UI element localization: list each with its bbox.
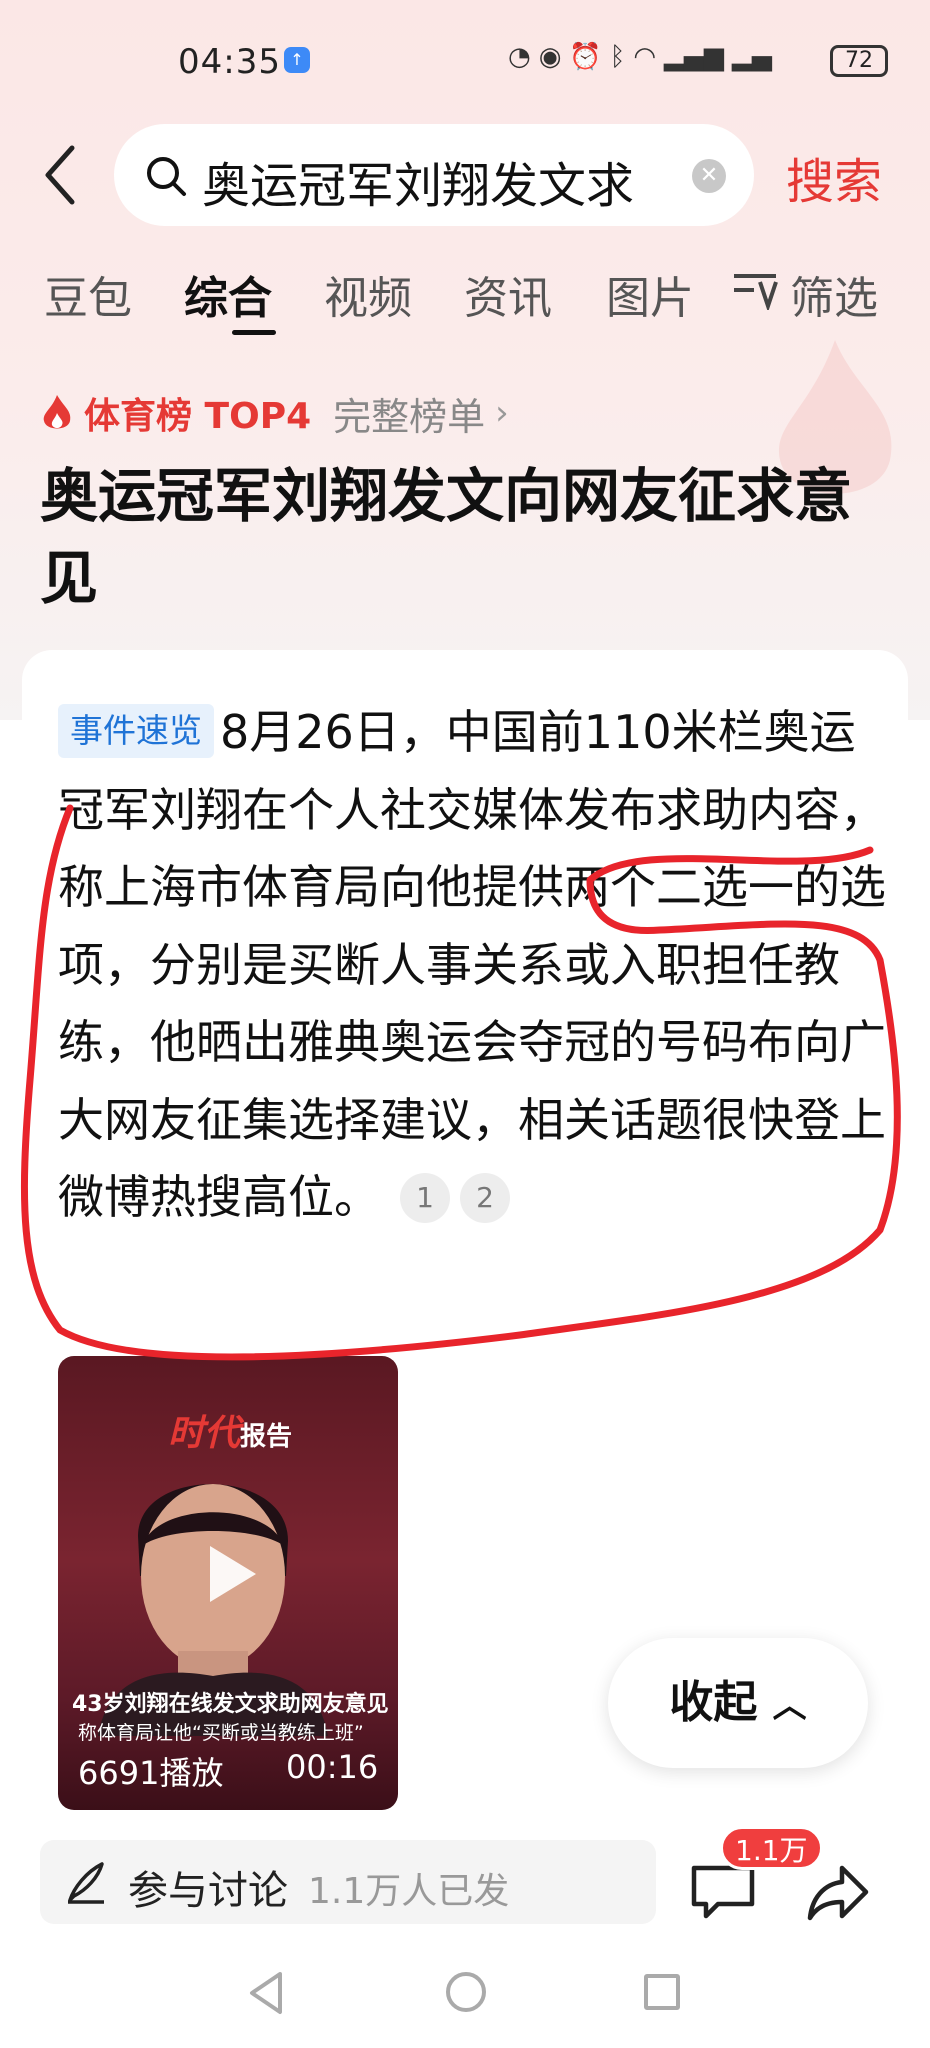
discuss-count: 1.1万人已发 — [308, 1871, 510, 1912]
bluetooth-icon: ᛒ — [609, 42, 626, 72]
clear-icon[interactable]: ✕ — [692, 159, 726, 193]
event-summary: 事件速览 8月26日，中国前110米栏奥运冠军刘翔在个人社交媒体发布求助内容，称上… — [58, 694, 894, 1237]
citation-2[interactable]: 2 — [460, 1173, 510, 1223]
status-icons: ◔ ◉ ⏰ ᛒ ◠ ▂▄▆ ▂▄ — [508, 42, 772, 72]
search-query: 奥运冠军刘翔发文求 — [202, 158, 635, 214]
discuss-input[interactable]: 参与讨论 1.1万人已发 — [40, 1840, 656, 1924]
speed-icon: ◔ — [508, 42, 531, 72]
tab-bar: 豆包 综合 视频 资讯 图片 筛选 — [40, 262, 910, 342]
tab-comprehensive[interactable]: 综合 — [184, 262, 272, 326]
chevron-up-icon: ︿ — [772, 1686, 807, 1726]
chevron-right-icon: › — [495, 393, 509, 433]
search-input[interactable]: 奥运冠军刘翔发文求 ✕ — [114, 124, 754, 226]
video-caption-line1: 43岁刘翔在线发文求助网友意见 — [72, 1692, 389, 1717]
filter-icon[interactable] — [732, 270, 778, 310]
event-tag: 事件速览 — [58, 704, 214, 758]
rank-label: 体育榜 TOP4 — [84, 396, 312, 437]
full-list-link[interactable]: 完整榜单 — [333, 386, 485, 441]
video-duration: 00:16 — [286, 1748, 379, 1786]
eye-icon: ◉ — [538, 42, 562, 72]
status-time: 04:35 — [178, 42, 281, 82]
video-play-count: 6691播放 — [78, 1754, 224, 1792]
status-bar: 04:35 ↑ ◔ ◉ ⏰ ᛒ ◠ ▂▄▆ ▂▄ 72 — [0, 30, 930, 90]
discuss-label: 参与讨论 — [128, 1868, 288, 1914]
bottom-bar: 参与讨论 1.1万人已发 1.1万 — [0, 1820, 930, 2048]
tab-news[interactable]: 资讯 — [464, 262, 552, 326]
back-arrow-icon[interactable] — [40, 140, 80, 210]
citation-1[interactable]: 1 — [400, 1173, 450, 1223]
tab-doubao[interactable]: 豆包 — [44, 262, 132, 326]
play-icon[interactable] — [188, 1534, 268, 1614]
flame-icon — [43, 395, 71, 429]
search-button[interactable]: 搜索 — [786, 142, 882, 212]
page-title: 奥运冠军刘翔发文向网友征求意见 — [40, 462, 853, 612]
video-thumbnail[interactable]: 时代报告 43岁刘翔在线发文求助网友意见 称体育局让他“买断或当教练上班” 66… — [58, 1356, 398, 1810]
rank-row[interactable]: 体育榜 TOP4 完整榜单 › — [40, 386, 509, 441]
nav-back-icon[interactable] — [246, 1970, 286, 2016]
search-icon — [147, 157, 186, 196]
summary-text: 8月26日，中国前110米栏奥运冠军刘翔在个人社交媒体发布求助内容，称上海市体育… — [58, 705, 886, 1224]
nav-home-icon[interactable] — [446, 1972, 486, 2012]
comment-icon[interactable] — [690, 1862, 756, 1920]
signal-2-icon: ▂▄ — [732, 42, 773, 72]
wifi-icon: ◠ — [633, 42, 657, 72]
nav-recent-icon[interactable] — [644, 1974, 680, 2010]
tab-filter[interactable]: 筛选 — [790, 262, 878, 326]
tab-video[interactable]: 视频 — [324, 262, 412, 326]
alarm-icon: ⏰ — [569, 42, 602, 72]
video-caption-line2: 称体育局让他“买断或当教练上班” — [78, 1722, 364, 1744]
signal-icon: ▂▄▆ — [664, 42, 725, 72]
share-icon[interactable] — [806, 1864, 870, 1922]
tab-active-indicator — [232, 330, 276, 335]
collapse-button[interactable]: 收起 ︿ — [608, 1638, 868, 1768]
battery-icon: 72 — [830, 45, 888, 77]
video-logo: 时代报告 — [168, 1413, 293, 1454]
upload-badge-icon: ↑ — [284, 47, 310, 73]
tab-images[interactable]: 图片 — [606, 262, 694, 326]
pen-icon — [68, 1862, 104, 1904]
collapse-label: 收起 — [669, 1677, 758, 1728]
